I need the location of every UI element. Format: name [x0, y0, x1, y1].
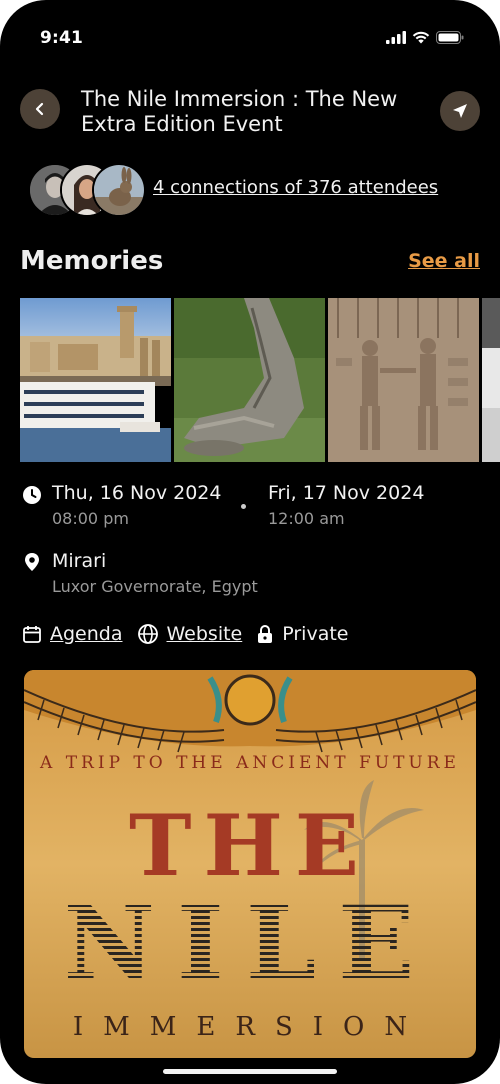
memories-title: Memories	[20, 246, 164, 276]
separator-dot	[241, 504, 246, 509]
status-icons	[386, 31, 464, 44]
globe-icon	[137, 624, 158, 644]
connections-row[interactable]: 4 connections of 376 attendees	[28, 163, 488, 217]
privacy-status: Private	[256, 623, 349, 645]
event-poster[interactable]: A TRIP TO THE ANCIENT FUTURE THE NILE IM…	[24, 670, 476, 1058]
event-dates: Thu, 16 Nov 2024 08:00 pm Fri, 17 Nov 20…	[22, 480, 482, 532]
location-text: Mirari Luxor Governorate, Egypt	[52, 550, 258, 596]
website-label: Website	[166, 623, 243, 645]
privacy-label: Private	[282, 623, 349, 645]
connections-link[interactable]: 4 connections of 376 attendees	[153, 177, 438, 198]
memories-header: Memories See all	[20, 246, 480, 280]
end-time: 12:00 am	[268, 509, 345, 528]
memories-gallery[interactable]	[20, 298, 500, 462]
back-button[interactable]	[20, 89, 60, 129]
signal-icon	[386, 31, 406, 44]
clock-icon	[23, 486, 41, 504]
start-date: Thu, 16 Nov 2024	[52, 482, 222, 504]
end-datetime: Fri, 17 Nov 2024 12:00 am	[268, 482, 424, 528]
calendar-icon	[23, 626, 41, 643]
start-datetime: Thu, 16 Nov 2024 08:00 pm	[52, 482, 221, 528]
poster-word-immersion: IMMERSION	[73, 1012, 427, 1042]
poster-word-the: THE	[129, 796, 371, 895]
status-bar: 9:41	[0, 26, 500, 50]
battery-icon	[436, 31, 464, 44]
memory-photo[interactable]	[20, 298, 171, 462]
poster-subtitle: A TRIP TO THE ANCIENT FUTURE	[39, 753, 460, 773]
event-header: The Nile Immersion : The New Extra Editi…	[0, 82, 500, 138]
memory-photo[interactable]	[174, 298, 325, 462]
send-icon	[453, 104, 467, 118]
see-all-link[interactable]: See all	[408, 250, 480, 272]
agenda-label: Agenda	[50, 623, 123, 645]
start-time: 08:00 pm	[52, 509, 129, 528]
event-title: The Nile Immersion : The New Extra Editi…	[81, 87, 398, 136]
end-date: Fri, 17 Nov 2024	[268, 482, 425, 504]
event-location[interactable]: Mirari Luxor Governorate, Egypt	[22, 548, 482, 600]
event-detail-screen: 9:41 The Nile Immersion: The New Extra …	[0, 0, 500, 1084]
agenda-link[interactable]: Agenda	[22, 623, 123, 645]
event-links: Agenda Website Private	[22, 620, 482, 648]
venue-name: Mirari	[52, 550, 107, 572]
chevron-left-icon	[35, 102, 44, 116]
lock-icon	[258, 625, 273, 643]
wifi-icon	[412, 31, 430, 44]
memory-photo[interactable]	[328, 298, 479, 462]
venue-address: Luxor Governorate, Egypt	[52, 577, 258, 596]
home-indicator[interactable]	[163, 1069, 337, 1074]
poster-word-nile: NILE	[64, 884, 437, 1002]
website-link[interactable]: Website	[137, 623, 243, 645]
location-pin-icon	[25, 553, 39, 571]
status-time: 9:41	[40, 28, 84, 48]
avatar-rabbit	[92, 163, 146, 217]
share-button[interactable]	[440, 91, 480, 131]
memory-photo[interactable]	[482, 298, 500, 462]
